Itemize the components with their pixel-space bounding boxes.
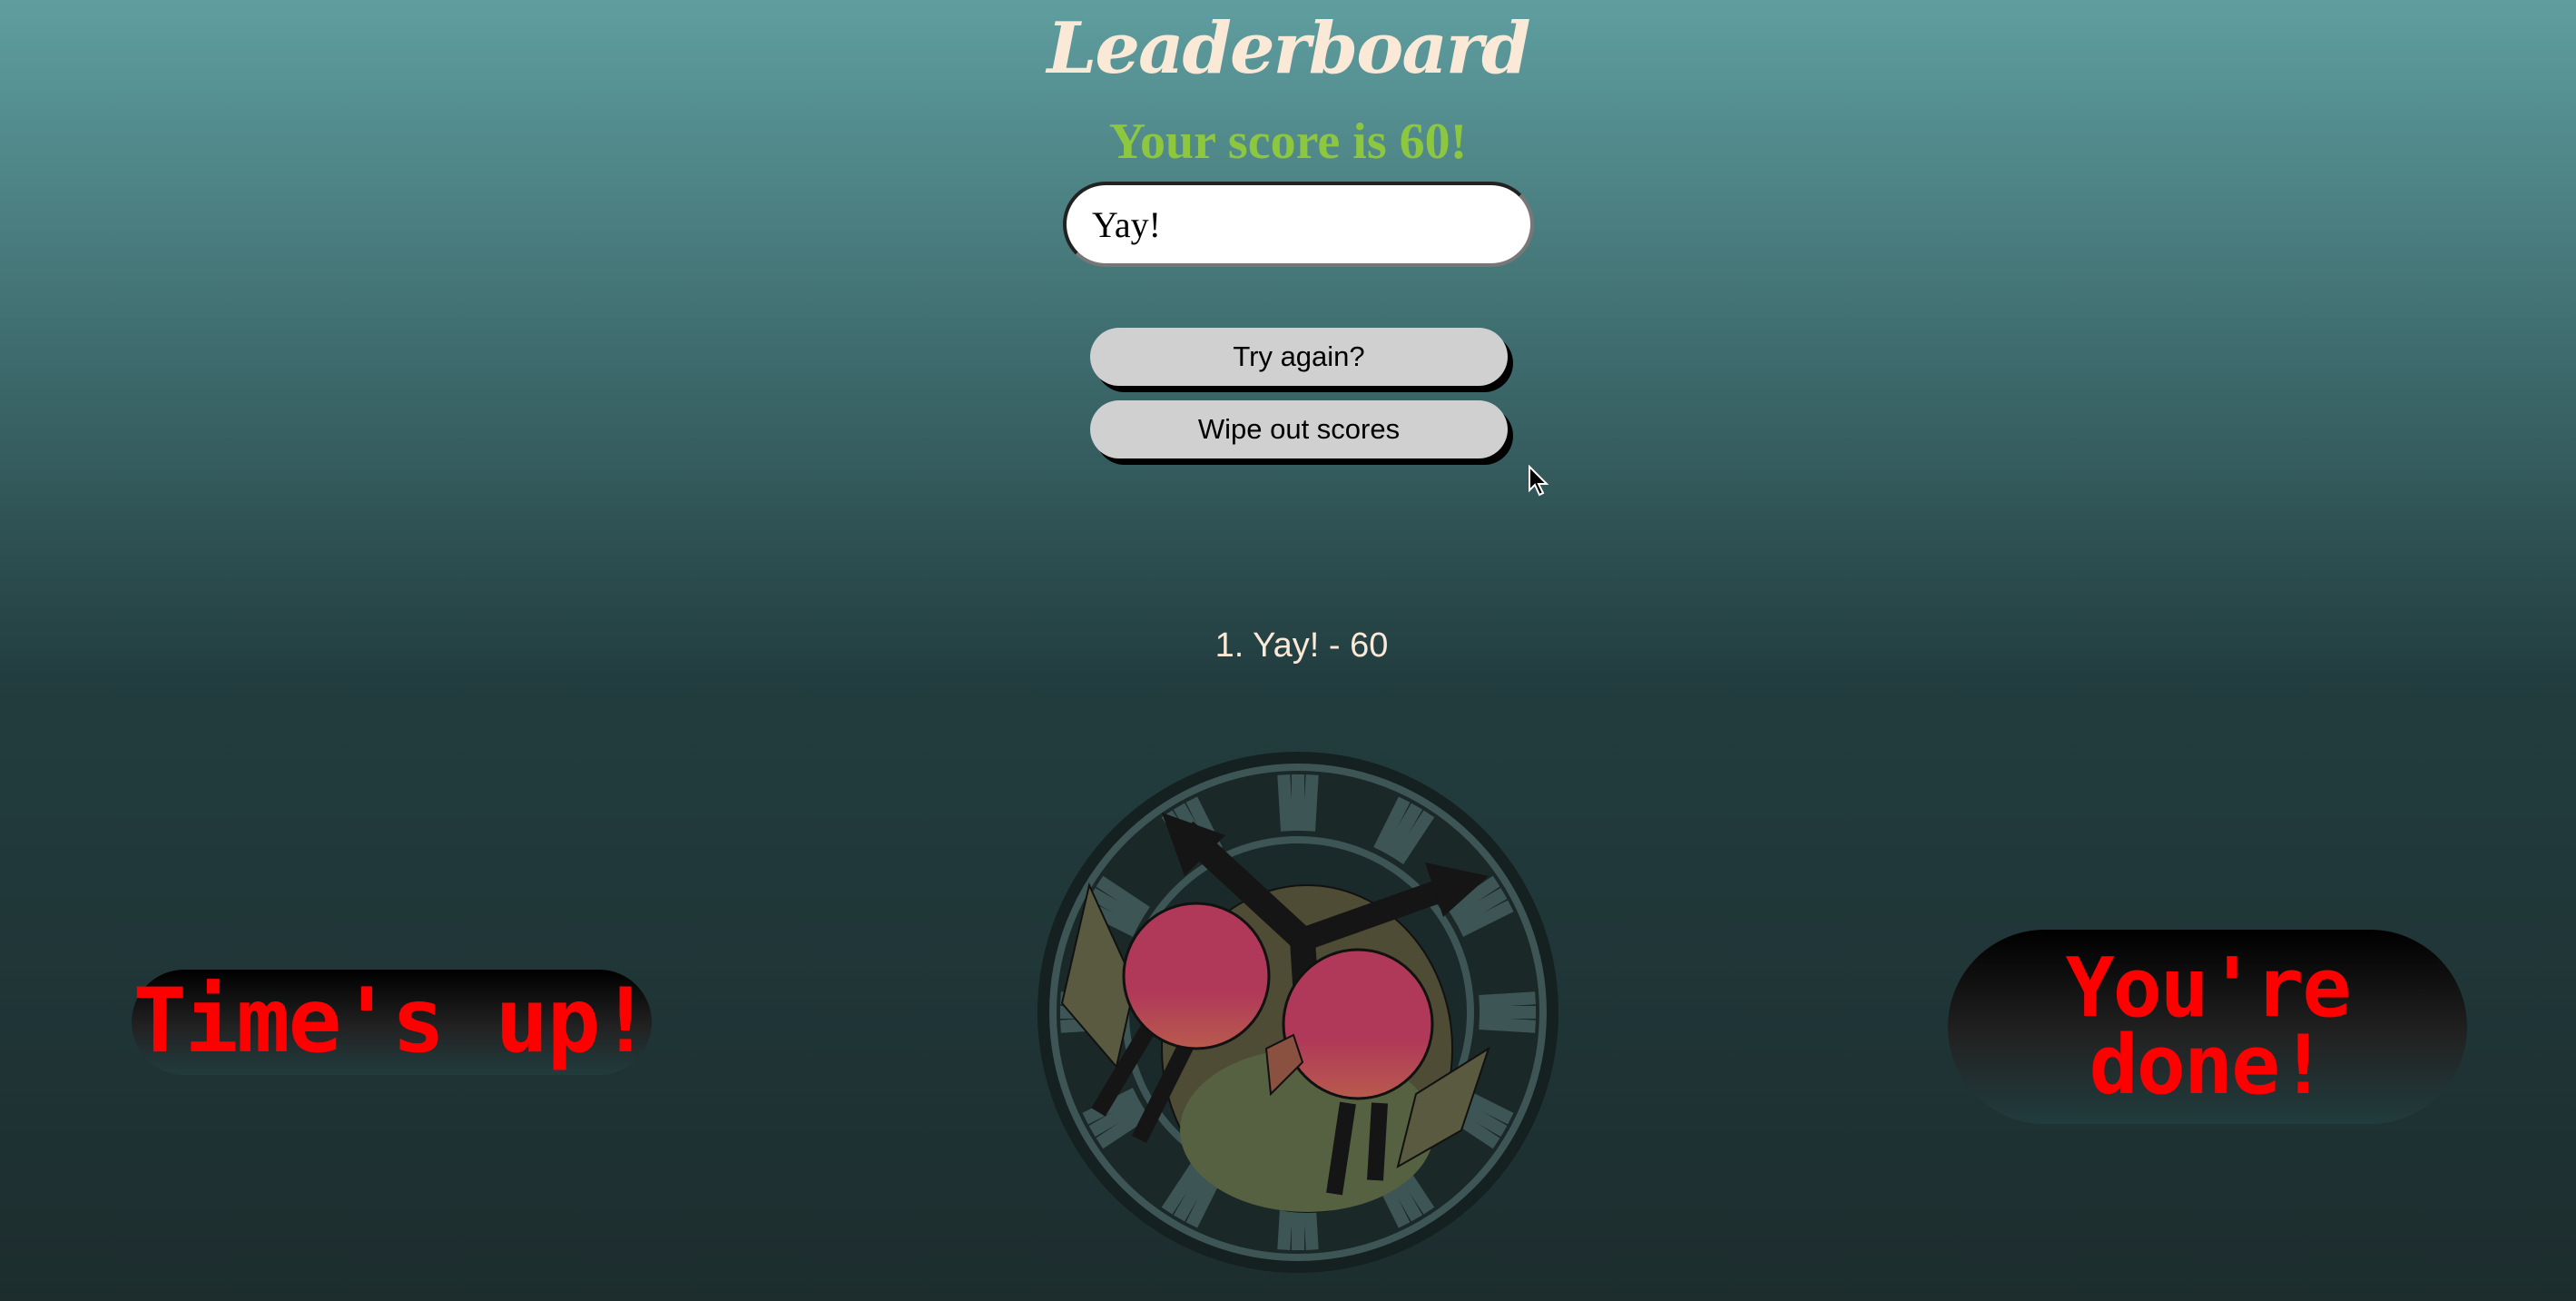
leaderboard-entry: 1. Yay! - 60 <box>1214 626 1389 665</box>
try-again-button[interactable]: Try again? <box>1090 328 1508 386</box>
mouse-cursor-icon <box>1529 465 1549 497</box>
clock-numeral-stroke <box>1479 991 1536 1008</box>
clock-numeral-stroke <box>1479 1017 1536 1033</box>
owl-clock-icon <box>1037 752 1558 1273</box>
clock-numeral-stroke <box>1277 774 1293 832</box>
wipe-scores-button[interactable]: Wipe out scores <box>1090 400 1508 458</box>
name-input[interactable] <box>1063 182 1534 267</box>
score-message: Your score is 60! <box>1108 113 1468 170</box>
clock-numeral-stroke <box>1303 774 1319 832</box>
times-up-banner: Time's up! <box>132 970 653 1075</box>
youre-done-banner: You're done! <box>1948 930 2467 1124</box>
page-title: Leaderboard <box>1047 7 1530 90</box>
